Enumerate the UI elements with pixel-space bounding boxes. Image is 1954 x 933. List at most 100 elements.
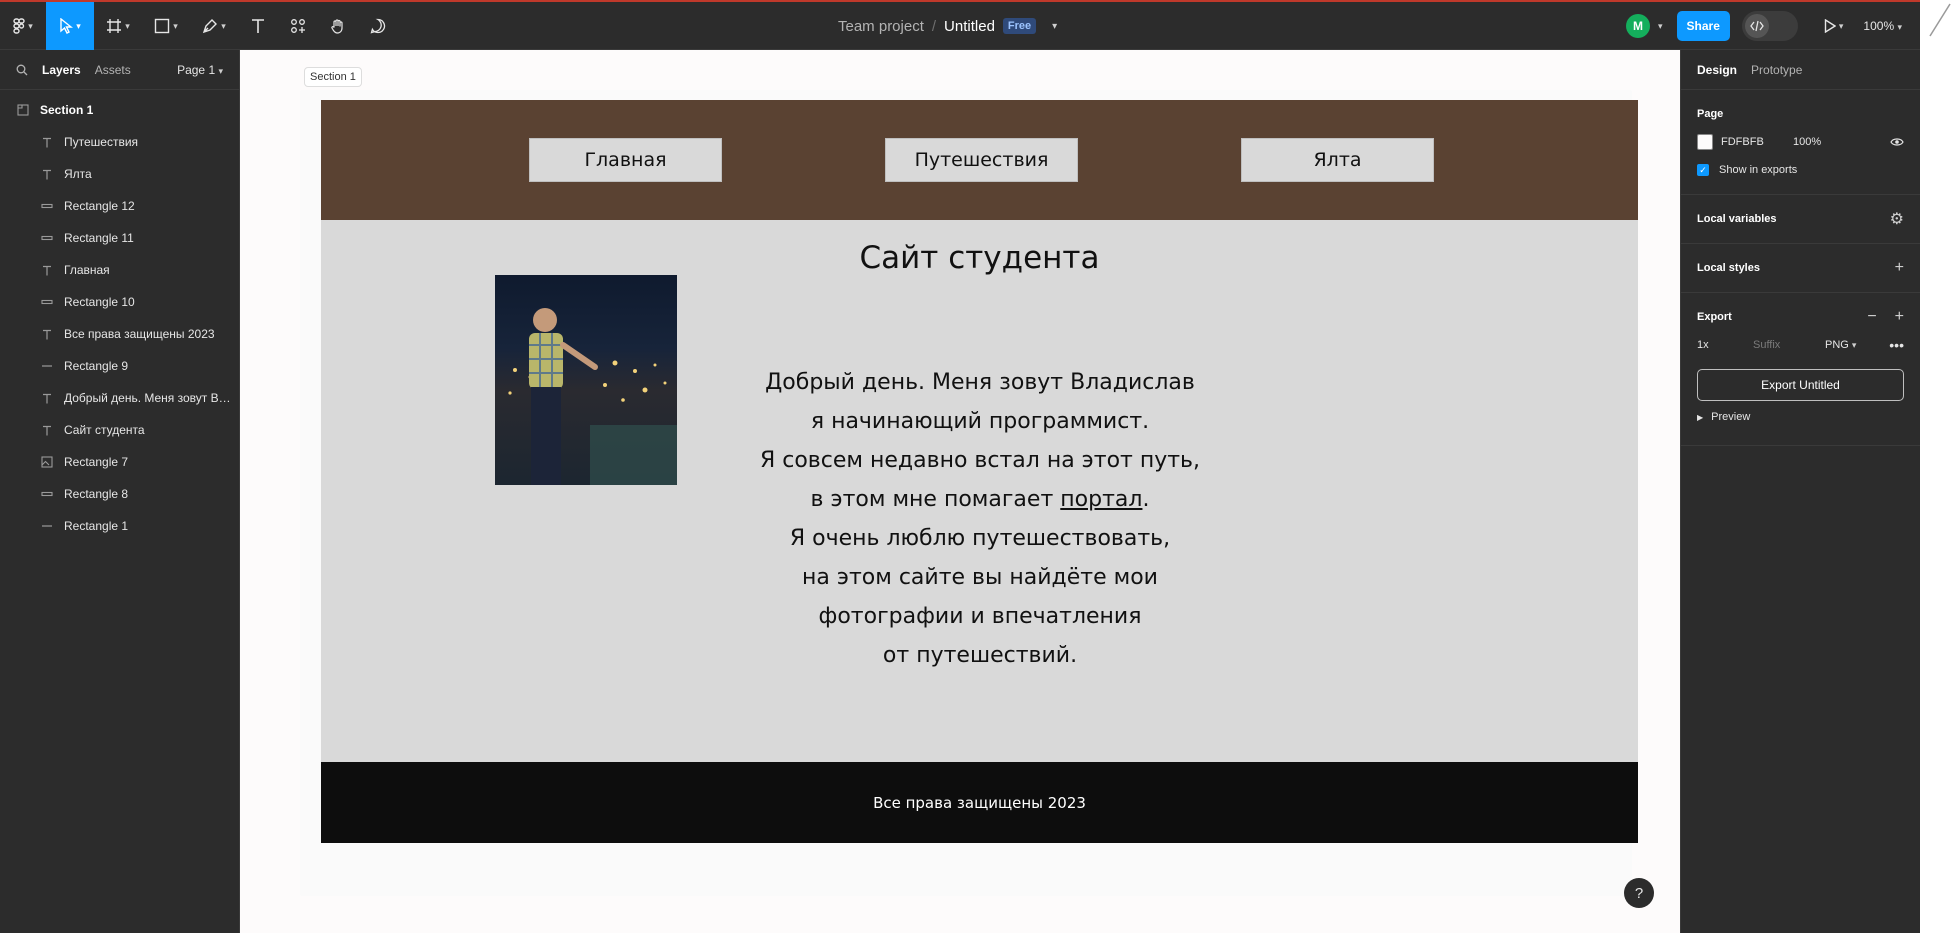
layer-name: Rectangle 11 <box>64 231 134 245</box>
page-color-hex[interactable]: FDFBFB <box>1721 136 1793 148</box>
layer-row[interactable]: Rectangle 9 <box>0 350 239 382</box>
frame-tool-button[interactable]: ▾ <box>94 2 142 50</box>
avatar[interactable]: M <box>1626 14 1650 38</box>
page-fill-row: FDFBFB 100% <box>1697 126 1904 158</box>
line-layer-icon <box>40 524 54 528</box>
tab-design[interactable]: Design <box>1697 63 1737 77</box>
hand-tool-button[interactable] <box>318 2 358 50</box>
export-heading-row: Export − + <box>1697 305 1904 329</box>
layer-name: Rectangle 9 <box>64 359 129 373</box>
figma-logo-icon <box>13 18 25 34</box>
nav-button-yalta[interactable]: Ялта <box>1241 138 1434 182</box>
pen-icon <box>203 19 218 34</box>
page-heading-label: Page <box>1697 108 1724 120</box>
export-button[interactable]: Export Untitled <box>1697 369 1904 401</box>
layer-row[interactable]: Rectangle 12 <box>0 190 239 222</box>
site-main[interactable]: Сайт студента Добрый день. Меня зовут Вл… <box>321 220 1638 762</box>
add-export-plus-icon[interactable]: + <box>1895 308 1904 326</box>
preview-row[interactable]: ▶ Preview <box>1697 401 1904 433</box>
page-color-swatch[interactable] <box>1697 134 1713 150</box>
page-opacity[interactable]: 100% <box>1793 136 1821 148</box>
layer-name: Rectangle 7 <box>64 455 129 469</box>
zoom-level: 100% <box>1863 19 1895 33</box>
layers-panel: Layers Assets Page 1 ▾ Section 1 Путешест… <box>0 50 240 933</box>
export-section: Export − + 1x Suffix PNG ▾ ••• Export Unt… <box>1681 293 1920 446</box>
tab-assets[interactable]: Assets <box>95 63 131 77</box>
project-name[interactable]: Team project <box>838 18 924 35</box>
site-mockup[interactable]: Главная Путешествия Ялта Сайт студента Д… <box>321 100 1638 843</box>
layer-row[interactable]: Ялта <box>0 158 239 190</box>
layer-row[interactable]: Главная <box>0 254 239 286</box>
layer-name: Rectangle 8 <box>64 487 129 501</box>
layer-row[interactable]: Rectangle 11 <box>0 222 239 254</box>
nav-button-travel[interactable]: Путешествия <box>885 138 1078 182</box>
more-options-icon[interactable]: ••• <box>1889 337 1904 353</box>
layer-row[interactable]: Все права защищены 2023 <box>0 318 239 350</box>
present-button[interactable]: ▾ <box>1824 19 1843 33</box>
page-selector[interactable]: Page 1 ▾ <box>177 63 223 77</box>
intro-text[interactable]: Добрый день. Меня зовут Владислав я начи… <box>681 363 1279 675</box>
tab-layers[interactable]: Layers <box>42 63 81 77</box>
local-variables-label[interactable]: Local variables <box>1697 213 1777 225</box>
code-icon <box>1744 14 1769 38</box>
text-layer-icon <box>40 393 54 404</box>
export-suffix-field[interactable]: Suffix <box>1753 339 1825 351</box>
preview-label: Preview <box>1711 411 1751 423</box>
resources-tool-button[interactable] <box>278 2 318 50</box>
export-format-select[interactable]: PNG ▾ <box>1825 339 1856 351</box>
comment-icon <box>370 18 386 34</box>
remove-export-minus-icon[interactable]: − <box>1867 308 1876 326</box>
share-button[interactable]: Share <box>1676 11 1730 41</box>
intro-line-text: в этом мне помагает <box>810 487 1054 512</box>
layer-row[interactable]: Rectangle 8 <box>0 478 239 510</box>
export-scale[interactable]: 1x <box>1697 339 1753 351</box>
components-icon <box>291 19 305 33</box>
variables-settings-icon[interactable]: ⚙ <box>1890 209 1904 229</box>
file-menu-chevron-icon[interactable]: ▾ <box>1052 21 1057 32</box>
layer-row[interactable]: Путешествия <box>0 126 239 158</box>
layer-row[interactable]: Rectangle 10 <box>0 286 239 318</box>
layer-row[interactable]: Rectangle 7 <box>0 446 239 478</box>
layer-row[interactable]: Добрый день. Меня зовут Вл... <box>0 382 239 414</box>
main-menu-button[interactable]: ▾ <box>0 2 46 50</box>
zoom-control[interactable]: 100% ▾ <box>1863 19 1902 33</box>
text-icon <box>252 19 264 33</box>
comment-tool-button[interactable] <box>358 2 398 50</box>
file-name[interactable]: Untitled <box>944 18 995 35</box>
footer-text[interactable]: Все права защищены 2023 <box>321 762 1638 843</box>
hand-icon <box>331 19 343 34</box>
site-title[interactable]: Сайт студента <box>321 240 1638 276</box>
nav-button-home[interactable]: Главная <box>529 138 722 182</box>
text-tool-button[interactable] <box>238 2 278 50</box>
pencil-icon <box>1929 3 1951 37</box>
site-header[interactable]: Главная Путешествия Ялта <box>321 100 1638 220</box>
profile-photo[interactable] <box>495 275 677 485</box>
site-footer[interactable]: Все права защищены 2023 <box>321 762 1638 843</box>
top-toolbar: ▾ ▾ ▾ ▾ ▾ Team project / Untitled Free ▾… <box>0 0 1920 50</box>
chevron-down-icon[interactable]: ▾ <box>1658 21 1663 32</box>
help-button[interactable]: ? <box>1624 878 1654 908</box>
show-in-exports-row: ✓ Show in exports <box>1697 158 1904 182</box>
layer-row[interactable]: Rectangle 1 <box>0 510 239 542</box>
tab-prototype[interactable]: Prototype <box>1751 63 1802 77</box>
layer-row[interactable]: Section 1 <box>0 94 239 126</box>
text-layer-icon <box>40 169 54 180</box>
section-label[interactable]: Section 1 <box>304 67 362 87</box>
layer-row[interactable]: Сайт студента <box>0 414 239 446</box>
local-styles-label: Local styles <box>1697 262 1760 274</box>
page-heading: Page <box>1697 102 1904 126</box>
search-icon[interactable] <box>16 64 28 76</box>
canvas[interactable]: Section 1 Главная Путешествия Ялта Сайт … <box>240 50 1680 933</box>
pen-tool-button[interactable]: ▾ <box>190 2 238 50</box>
portal-link[interactable]: портал <box>1060 487 1142 512</box>
add-style-plus-icon[interactable]: + <box>1895 259 1904 277</box>
move-tool-button[interactable]: ▾ <box>46 2 94 50</box>
dev-mode-toggle[interactable] <box>1741 11 1798 41</box>
intro-line: на этом сайте вы найдёте мои <box>802 565 1158 590</box>
show-in-exports-checkbox[interactable]: ✓ <box>1697 164 1709 176</box>
line-layer-icon <box>40 364 54 368</box>
shape-tool-button[interactable]: ▾ <box>142 2 190 50</box>
local-styles-row: Local styles + <box>1697 256 1904 280</box>
eye-icon[interactable] <box>1890 137 1904 147</box>
rect-layer-icon <box>40 299 54 305</box>
